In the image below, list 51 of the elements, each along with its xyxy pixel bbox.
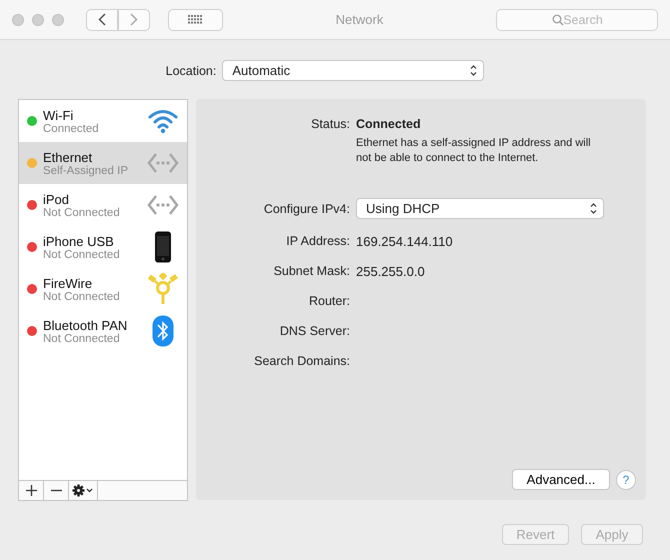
advanced-button[interactable]: Advanced... xyxy=(512,469,610,490)
back-button[interactable] xyxy=(86,8,118,30)
location-popup[interactable]: Automatic xyxy=(222,60,484,81)
plus-icon xyxy=(26,485,36,496)
phone-icon xyxy=(154,231,172,263)
service-item[interactable]: iPhone USB Not Connected xyxy=(19,226,187,268)
window-title: Network xyxy=(334,12,384,27)
gear-icon xyxy=(72,484,94,497)
grid-icon xyxy=(188,15,203,24)
field-label: Router: xyxy=(308,294,350,308)
firewire-icon xyxy=(148,273,178,305)
search-field[interactable]: Search xyxy=(496,8,658,30)
search-icon xyxy=(552,14,564,26)
service-name: Ethernet xyxy=(43,150,94,164)
service-item[interactable]: Ethernet Self-Assigned IP xyxy=(19,142,187,184)
wifi-icon xyxy=(147,108,179,134)
service-name: Wi-Fi xyxy=(43,108,74,122)
service-status: Connected xyxy=(43,122,100,134)
back-icon xyxy=(98,13,106,26)
service-status: Not Connected xyxy=(43,248,121,260)
ethernet-icon xyxy=(147,194,179,216)
field-value: 255.255.0.0 xyxy=(356,264,426,278)
field-label: DNS Server: xyxy=(278,324,350,338)
forward-icon xyxy=(130,13,138,26)
show-all-button[interactable] xyxy=(168,8,223,30)
bluetooth-icon xyxy=(152,315,174,347)
service-name: iPhone USB xyxy=(43,234,115,248)
status-label: Status: xyxy=(310,117,350,131)
field-label: IP Address: xyxy=(285,234,350,248)
service-name: Bluetooth PAN xyxy=(43,318,128,332)
ethernet-icon xyxy=(147,152,179,174)
service-name: FireWire xyxy=(43,276,94,290)
service-item[interactable]: FireWire Not Connected xyxy=(19,268,187,310)
service-status: Not Connected xyxy=(43,290,121,302)
field-value: 169.254.144.110 xyxy=(356,234,454,248)
service-status: Not Connected xyxy=(43,332,121,344)
status-value: Connected xyxy=(356,117,422,131)
service-item[interactable]: Bluetooth PAN Not Connected xyxy=(19,310,187,352)
service-status: Self-Assigned IP xyxy=(43,164,130,176)
configure-popup[interactable]: Using DHCP xyxy=(356,198,604,219)
field-label: Subnet Mask: xyxy=(272,264,350,278)
service-status: Not Connected xyxy=(43,206,121,218)
service-item[interactable]: iPod Not Connected xyxy=(19,184,187,226)
location-label: Location: xyxy=(166,64,216,78)
field-label: Configure IPv4: xyxy=(262,202,350,216)
up-down-arrows-icon xyxy=(588,202,599,215)
service-item[interactable]: Wi-Fi Connected xyxy=(19,100,187,142)
field-label: Search Domains: xyxy=(253,354,350,368)
service-name: iPod xyxy=(43,192,70,206)
status-note: Ethernet has a self-assigned IP address and will not be able to connect to the Internet. xyxy=(356,136,592,166)
up-down-arrows-icon xyxy=(468,64,480,77)
